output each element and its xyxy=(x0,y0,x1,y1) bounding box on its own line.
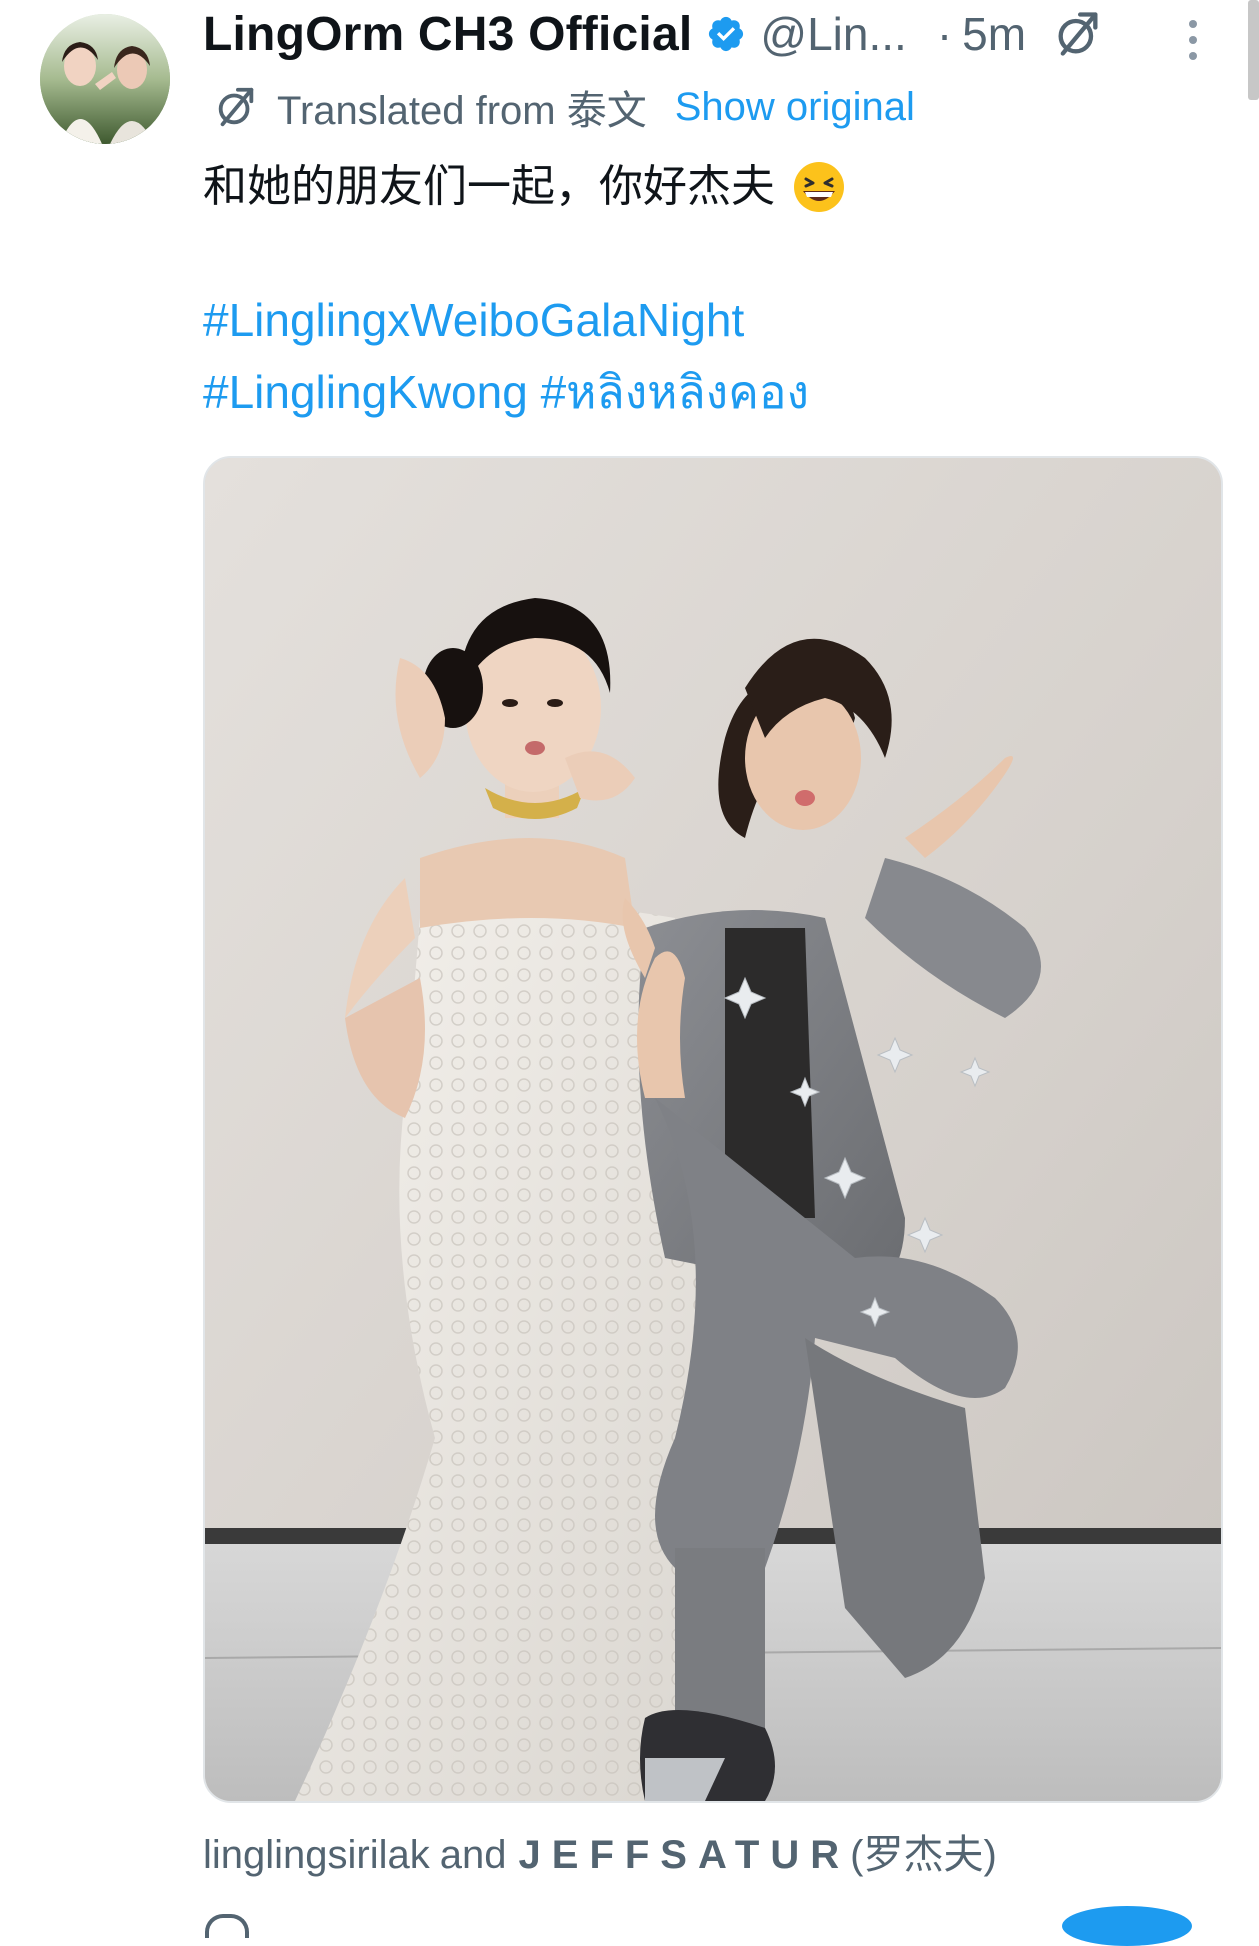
separator-dot: · xyxy=(936,8,953,60)
show-original-link[interactable]: Show original xyxy=(675,85,915,130)
translate-icon xyxy=(218,87,254,127)
hashtag-link[interactable]: #LinglingxWeiboGalaNight xyxy=(203,294,744,346)
hashtag-link[interactable]: #หลิงหลิงคอง xyxy=(541,366,809,418)
handle[interactable]: @Lin... xyxy=(760,7,906,61)
more-vertical-icon[interactable] xyxy=(1175,18,1211,62)
hashtags: #LinglingxWeiboGalaNight #LinglingKwong … xyxy=(203,284,809,428)
tweet-body: 和她的朋友们一起，你好杰夫 xyxy=(203,162,775,211)
tweet-header: LingOrm CH3 Official @Lin... · 5m xyxy=(203,4,1193,64)
media-tag-suffix: (罗杰夫) xyxy=(850,1833,997,1877)
translated-from-label: Translated from 泰文 xyxy=(277,89,647,133)
media-tag-user[interactable]: linglingsirilak xyxy=(203,1833,430,1878)
grinning-squinting-face-icon xyxy=(794,162,844,212)
avatar[interactable] xyxy=(40,14,170,144)
translation-row: Translated from 泰文 Show original xyxy=(213,80,915,134)
post-photo[interactable] xyxy=(203,456,1223,1803)
translate-icon[interactable] xyxy=(1052,8,1104,60)
media-tags[interactable]: linglingsirilak and JEFFSATUR (罗杰夫) xyxy=(203,1822,997,1880)
media-tag-joiner: and xyxy=(439,1833,507,1877)
timestamp[interactable]: 5m xyxy=(962,7,1026,61)
display-name[interactable]: LingOrm CH3 Official xyxy=(203,7,692,62)
reply-icon[interactable] xyxy=(205,1914,249,1938)
tweet-text: 和她的朋友们一起，你好杰夫 xyxy=(203,152,847,222)
media-tag-user[interactable]: JEFFSATUR xyxy=(519,1833,851,1878)
scrollbar[interactable] xyxy=(1248,0,1259,100)
hashtag-link[interactable]: #LinglingKwong xyxy=(203,366,528,418)
tweet[interactable]: LingOrm CH3 Official @Lin... · 5m Transl… xyxy=(0,0,1259,1946)
compose-fab-button[interactable] xyxy=(1062,1906,1192,1946)
verified-badge-icon xyxy=(709,16,744,52)
